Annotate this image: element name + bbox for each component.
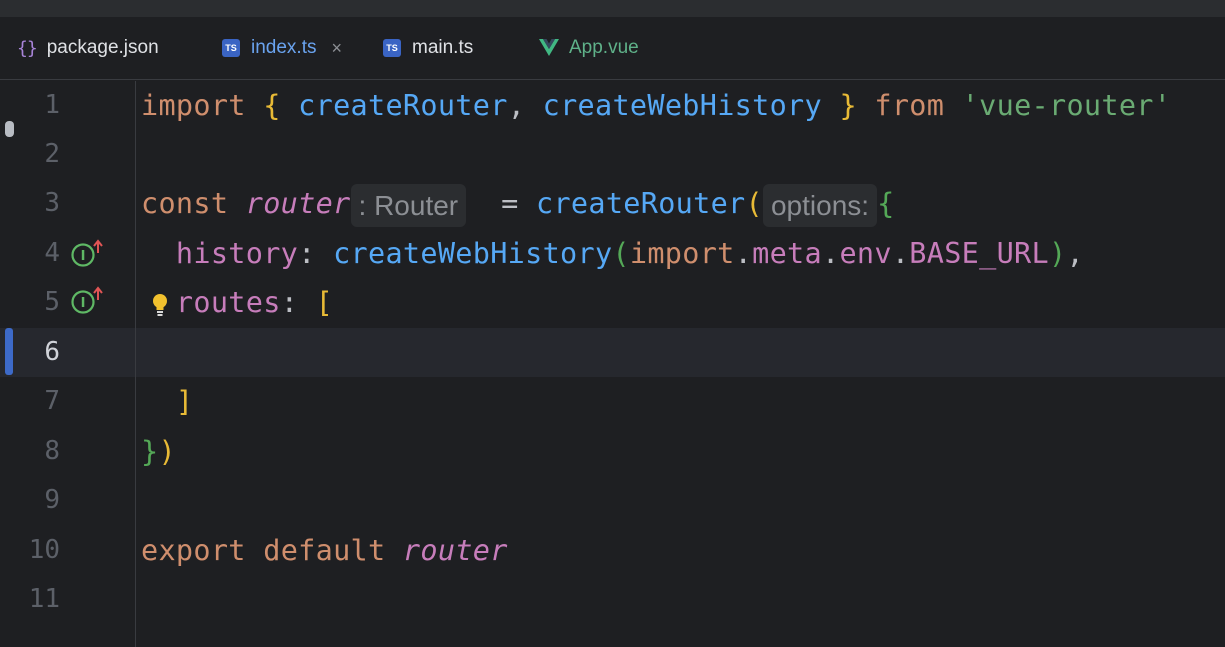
tab-app-vue[interactable]: App.vue — [539, 17, 639, 79]
bracket: [ — [315, 286, 334, 319]
close-icon[interactable]: × — [331, 38, 342, 59]
bracket: ( — [745, 187, 763, 220]
tab-package-json[interactable]: {} package.json — [17, 17, 159, 79]
tab-label: package.json — [46, 37, 159, 58]
line-number: 4 — [44, 238, 60, 268]
property: history — [175, 237, 299, 270]
keyword: from — [874, 89, 945, 122]
bracket: { — [263, 89, 281, 122]
code-line-5[interactable]: 5 I routes: [ — [0, 278, 1225, 327]
bracket: ) — [158, 435, 176, 468]
implements-icon[interactable]: I — [70, 239, 106, 269]
code-text: history: createWebHistory(import.meta.en… — [141, 229, 1084, 278]
code-line-10[interactable]: 10 export default router — [0, 526, 1225, 575]
bracket: } — [141, 435, 159, 468]
code-line-8[interactable]: 8 }) — [0, 427, 1225, 476]
keyword: export — [141, 534, 246, 567]
vue-icon — [539, 39, 559, 56]
line-number: 8 — [44, 436, 60, 466]
bracket: ( — [612, 237, 630, 270]
parameter-hint: options: — [762, 183, 878, 227]
tab-main-ts[interactable]: TS main.ts — [383, 17, 473, 79]
tab-label: main.ts — [412, 37, 474, 58]
property: env — [839, 237, 892, 270]
line-number: 7 — [44, 386, 60, 416]
bracket: ] — [175, 385, 194, 418]
keyword: import — [141, 89, 246, 122]
code-text: const router: Router = createRouter(opti… — [141, 179, 895, 228]
operator: = — [501, 187, 519, 220]
identifier: createWebHistory — [542, 89, 822, 122]
code-line-3[interactable]: 3 const router: Router = createRouter(op… — [0, 179, 1225, 228]
property: BASE_URL — [909, 237, 1049, 270]
identifier: createRouter — [536, 187, 746, 220]
json-icon: {} — [17, 37, 38, 59]
bracket: { — [877, 187, 895, 220]
line-number: 9 — [44, 485, 60, 515]
identifier: createWebHistory — [333, 237, 613, 270]
punctuation: : — [280, 286, 299, 319]
punctuation: . — [821, 237, 840, 270]
bracket: ) — [1048, 237, 1067, 270]
code-line-7[interactable]: 7 ] — [0, 377, 1225, 426]
typescript-icon: TS — [222, 39, 240, 57]
keyword: default — [263, 534, 386, 567]
variable: router — [245, 187, 351, 220]
line-number: 2 — [44, 139, 60, 169]
tab-index-ts[interactable]: TS index.ts × — [222, 17, 342, 79]
keyword: const — [141, 187, 229, 220]
line-number: 11 — [28, 584, 60, 614]
svg-text:I: I — [81, 296, 86, 311]
variable: router — [402, 534, 508, 567]
property: routes — [175, 286, 281, 319]
code-text: }) — [141, 427, 176, 476]
editor-tab-bar: {} package.json TS index.ts × TS main.ts… — [0, 17, 1225, 94]
code-line-1[interactable]: 1 import { createRouter, createWebHistor… — [0, 81, 1225, 130]
code-text: routes: [ — [141, 278, 333, 327]
code-line-2[interactable]: 2 — [0, 130, 1225, 179]
code-line-6[interactable]: 6 — [0, 328, 1225, 377]
line-number: 3 — [44, 188, 60, 218]
code-text: export default router — [141, 526, 508, 575]
code-line-9[interactable]: 9 — [0, 476, 1225, 525]
typescript-icon: TS — [383, 39, 401, 57]
punctuation: . — [734, 237, 753, 270]
bracket: } — [839, 89, 857, 122]
line-number: 6 — [44, 337, 60, 367]
line-number: 5 — [44, 287, 60, 317]
identifier: createRouter — [298, 89, 508, 122]
code-text: import { createRouter, createWebHistory … — [141, 81, 1171, 130]
type-hint: : Router — [350, 183, 467, 227]
code-line-4[interactable]: 4 I history: createWebHistory(import.met… — [0, 229, 1225, 278]
keyword: import — [629, 237, 735, 270]
string-literal: 'vue-router' — [961, 89, 1172, 122]
code-editor[interactable]: 1 import { createRouter, createWebHistor… — [0, 81, 1225, 647]
punctuation: . — [891, 237, 910, 270]
implements-icon[interactable]: I — [70, 286, 106, 316]
tab-label: App.vue — [569, 37, 639, 58]
window-top-strip — [0, 0, 1225, 17]
tab-label: index.ts — [251, 37, 317, 58]
property: meta — [752, 237, 822, 270]
punctuation: , — [1066, 237, 1084, 270]
punctuation: , — [507, 89, 526, 122]
code-text: ] — [141, 377, 193, 426]
line-number: 10 — [28, 535, 60, 565]
code-line-11[interactable]: 11 — [0, 575, 1225, 624]
line-number: 1 — [44, 90, 60, 120]
punctuation: : — [298, 237, 316, 270]
svg-text:I: I — [81, 249, 86, 264]
